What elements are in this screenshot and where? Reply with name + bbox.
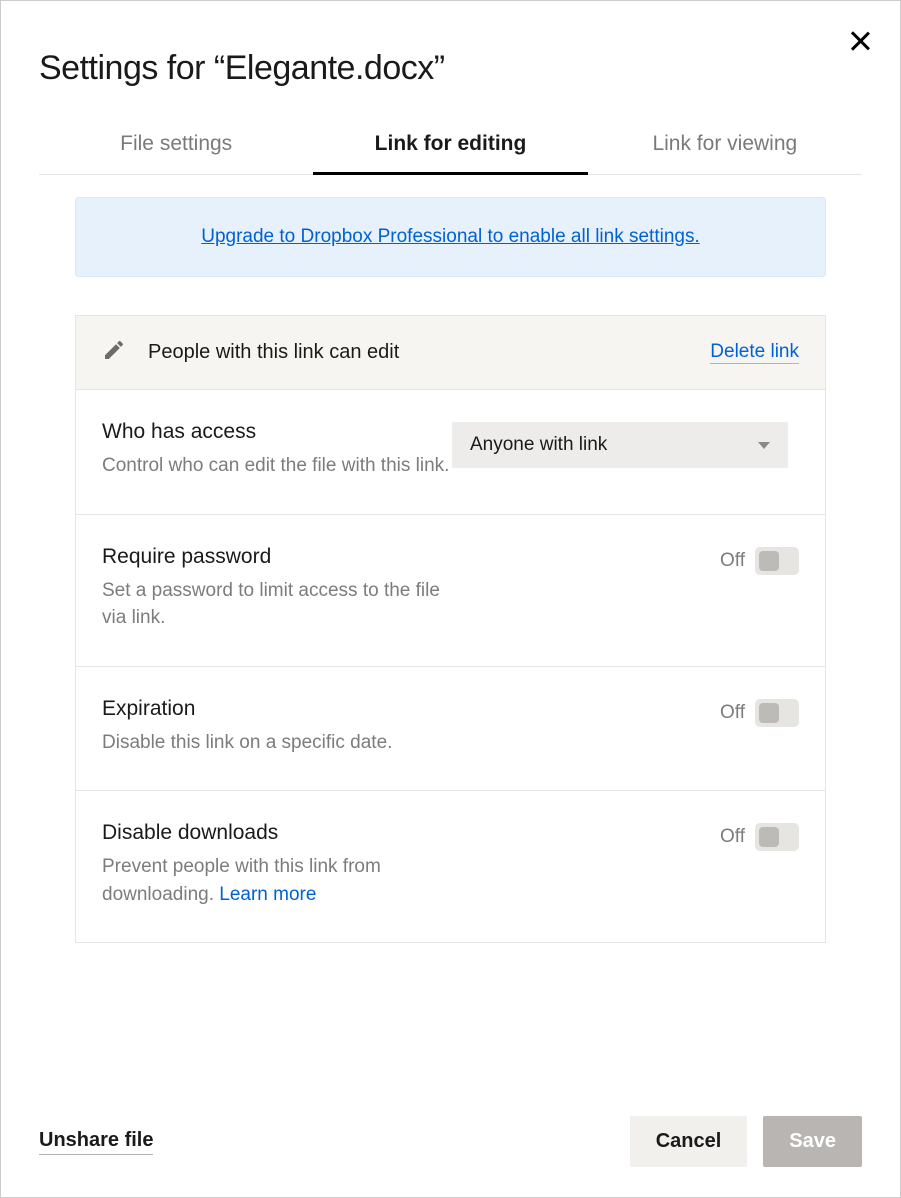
unshare-file-link[interactable]: Unshare file — [39, 1129, 153, 1155]
tab-link-editing[interactable]: Link for editing — [313, 118, 587, 174]
setting-title: Who has access — [102, 420, 452, 444]
toggle-knob — [759, 703, 779, 723]
toggle-knob — [759, 827, 779, 847]
setting-who-has-access: Who has access Control who can edit the … — [76, 390, 825, 515]
setting-title: Disable downloads — [102, 821, 452, 845]
tabs: File settings Link for editing Link for … — [39, 118, 862, 175]
cancel-button[interactable]: Cancel — [630, 1116, 748, 1167]
downloads-toggle[interactable] — [755, 823, 799, 851]
setting-control: Off — [720, 547, 799, 575]
setting-control: Off — [720, 699, 799, 727]
setting-text: Require password Set a password to limit… — [102, 545, 452, 632]
save-button[interactable]: Save — [763, 1116, 862, 1167]
setting-disable-downloads: Disable downloads Prevent people with th… — [76, 791, 825, 942]
setting-desc: Prevent people with this link from downl… — [102, 853, 452, 908]
close-icon[interactable] — [848, 29, 872, 53]
panel-header: People with this link can edit Delete li… — [76, 316, 825, 390]
learn-more-link[interactable]: Learn more — [219, 884, 316, 905]
toggle-state-label: Off — [720, 550, 745, 572]
upgrade-link[interactable]: Upgrade to Dropbox Professional to enabl… — [201, 226, 700, 247]
chevron-down-icon — [758, 442, 770, 449]
toggle-state-label: Off — [720, 826, 745, 848]
select-value: Anyone with link — [470, 434, 607, 456]
setting-desc: Set a password to limit access to the fi… — [102, 577, 452, 632]
panel-header-label: People with this link can edit — [148, 341, 710, 364]
expiration-toggle[interactable] — [755, 699, 799, 727]
setting-require-password: Require password Set a password to limit… — [76, 515, 825, 667]
tab-content: Upgrade to Dropbox Professional to enabl… — [1, 175, 900, 1094]
tab-link-viewing[interactable]: Link for viewing — [588, 118, 862, 174]
setting-expiration: Expiration Disable this link on a specif… — [76, 667, 825, 792]
tab-file-settings[interactable]: File settings — [39, 118, 313, 174]
setting-title: Expiration — [102, 697, 452, 721]
dialog-title: Settings for “Elegante.docx” — [1, 1, 900, 118]
toggle-state-label: Off — [720, 702, 745, 724]
access-select[interactable]: Anyone with link — [452, 422, 788, 468]
link-panel: People with this link can edit Delete li… — [75, 315, 826, 943]
setting-control: Anyone with link — [452, 422, 788, 468]
pencil-icon — [102, 338, 126, 367]
upgrade-banner: Upgrade to Dropbox Professional to enabl… — [75, 197, 826, 277]
setting-text: Disable downloads Prevent people with th… — [102, 821, 452, 908]
setting-title: Require password — [102, 545, 452, 569]
setting-desc: Disable this link on a specific date. — [102, 729, 452, 757]
setting-text: Expiration Disable this link on a specif… — [102, 697, 452, 757]
dialog-footer: Unshare file Cancel Save — [1, 1094, 900, 1197]
setting-text: Who has access Control who can edit the … — [102, 420, 452, 480]
setting-desc: Control who can edit the file with this … — [102, 452, 452, 480]
setting-control: Off — [720, 823, 799, 851]
password-toggle[interactable] — [755, 547, 799, 575]
delete-link[interactable]: Delete link — [710, 341, 799, 364]
toggle-knob — [759, 551, 779, 571]
settings-modal: Settings for “Elegante.docx” File settin… — [0, 0, 901, 1198]
